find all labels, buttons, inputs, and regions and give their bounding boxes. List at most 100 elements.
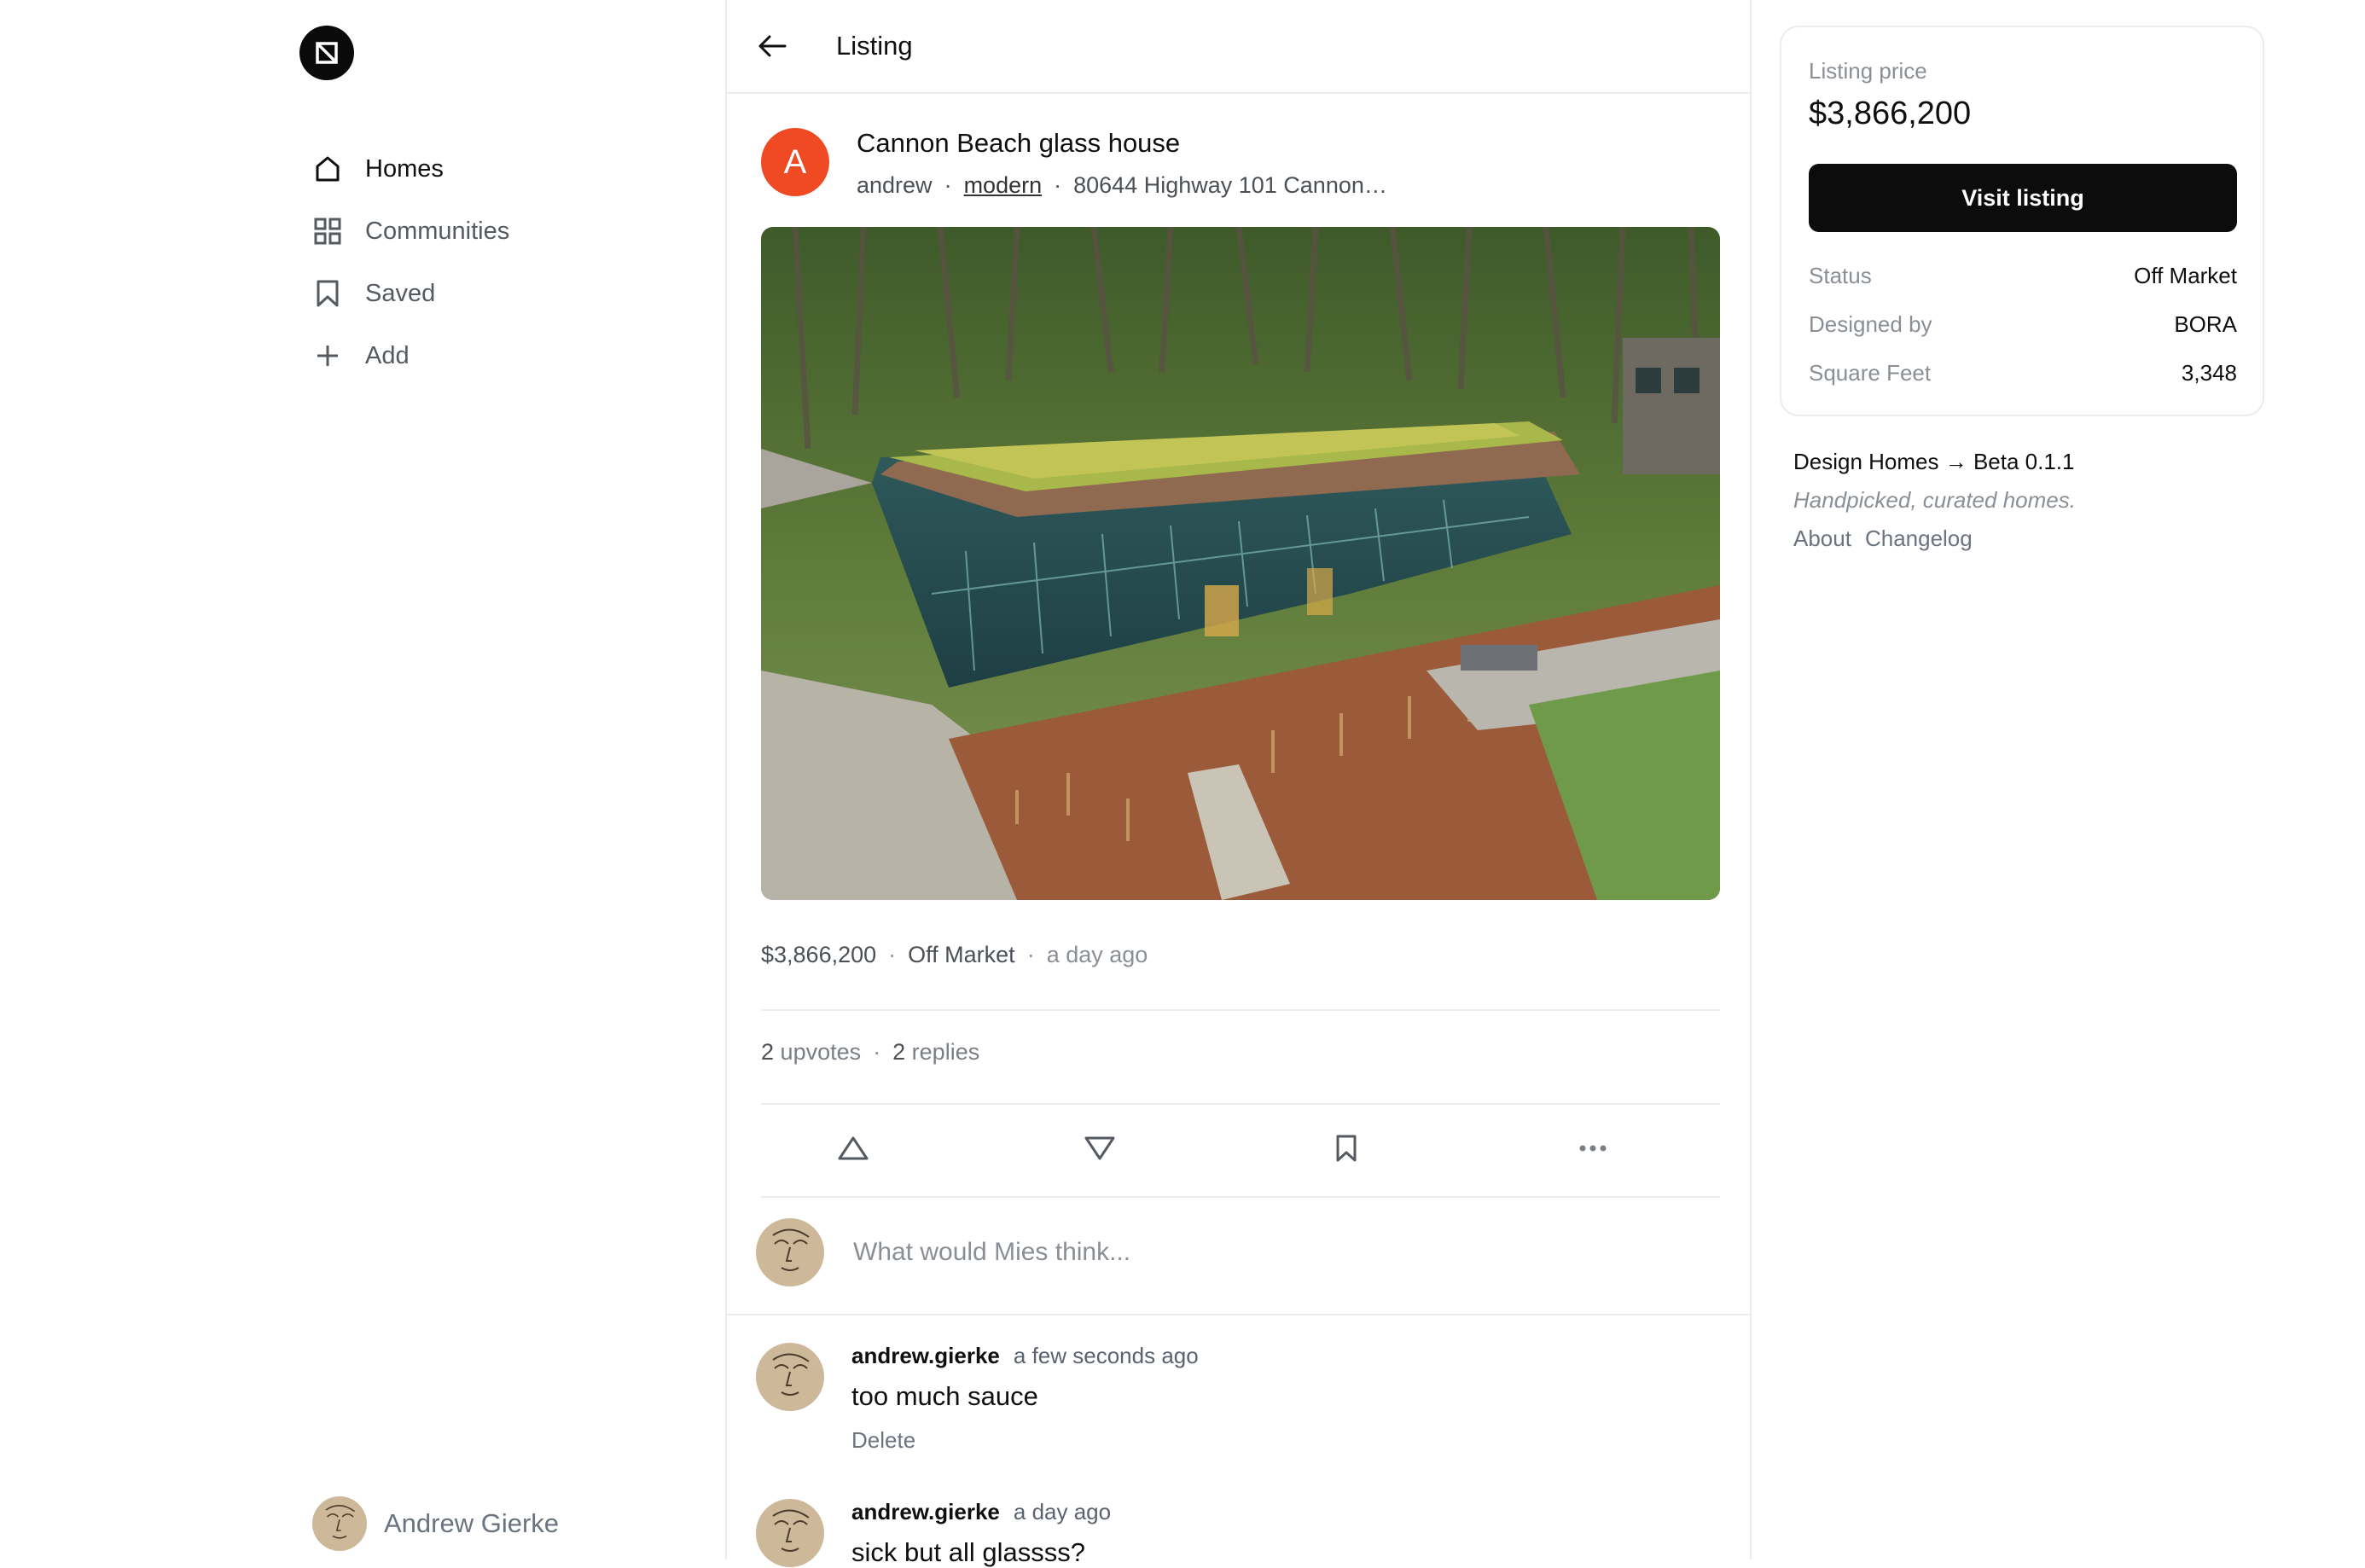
post-tag-link[interactable]: modern [964, 172, 1043, 198]
detail-row-status: Status Off Market [1809, 263, 2237, 289]
replies-count: 2 [892, 1039, 906, 1065]
post-actions [761, 1124, 1720, 1172]
footer-links: About Changelog [1793, 526, 2076, 552]
separator-dot: · [873, 1039, 881, 1065]
detail-row-designer: Designed by BORA [1809, 311, 2237, 338]
post-address: 80644 Highway 101 Cannon… [1073, 172, 1387, 198]
comment-text: too much sauce [851, 1381, 1038, 1411]
sidebar-item-add[interactable]: Add [312, 330, 509, 381]
separator-dot: · [1054, 172, 1062, 198]
listing-photo[interactable] [761, 227, 1720, 900]
downvote-button[interactable] [1076, 1124, 1124, 1172]
comment-username[interactable]: andrew.gierke [851, 1343, 1000, 1368]
house-photo-illustration [761, 227, 1720, 900]
detail-value: Off Market [2134, 263, 2237, 288]
comment-time: a day ago [1013, 1499, 1112, 1524]
app-logo[interactable] [299, 26, 354, 80]
listing-price: $3,866,200 [1809, 96, 1972, 131]
separator-dot: · [944, 172, 952, 198]
comment-time: a few seconds ago [1013, 1343, 1199, 1368]
separator-dot: · [1026, 942, 1035, 967]
triangle-up-icon [838, 1136, 869, 1160]
sidebar-item-label: Communities [365, 217, 510, 245]
post-byline: andrew · modern · 80644 Highway 101 Cannon… [857, 172, 1387, 199]
home-icon [312, 154, 343, 184]
sidebar-item-communities[interactable]: Communities [312, 206, 509, 257]
comment-input[interactable] [851, 1237, 1708, 1268]
separator-dot: · [888, 942, 897, 967]
changelog-link[interactable]: Changelog [1865, 526, 1973, 551]
comment-header: andrew.gierke a few seconds ago [851, 1343, 1199, 1369]
comment-text: sick but all glassss? [851, 1537, 1085, 1567]
ellipsis-icon [1579, 1145, 1607, 1152]
grid-icon [312, 216, 343, 247]
triangle-down-icon [1084, 1136, 1115, 1160]
engagement-counts: 2 upvotes · 2 replies [761, 1039, 979, 1066]
footer-tagline: Handpicked, curated homes. [1793, 487, 2076, 513]
divider [761, 1196, 1720, 1198]
detail-row-square-feet: Square Feet 3,348 [1809, 360, 2237, 386]
post-header: A Cannon Beach glass house andrew · modern… [761, 128, 1387, 199]
summary-status: Off Market [908, 942, 1015, 967]
comment-body: andrew.gierke a day ago sick but all glas… [851, 1499, 1111, 1568]
back-button[interactable] [756, 29, 790, 63]
current-user[interactable]: Andrew Gierke [312, 1496, 559, 1551]
listing-card: Listing price $3,866,200 Visit listing S… [1780, 26, 2264, 416]
comment-header: andrew.gierke a day ago [851, 1499, 1111, 1525]
about-link[interactable]: About [1793, 526, 1851, 551]
divider [761, 1103, 1720, 1105]
post-title: Cannon Beach glass house [857, 128, 1181, 158]
sidebar-item-label: Homes [365, 154, 444, 183]
more-options-button[interactable] [1569, 1124, 1617, 1172]
comment-item: andrew.gierke a day ago sick but all glas… [756, 1499, 1111, 1568]
face-sketch-icon [772, 1509, 810, 1552]
listing-summary: $3,866,200 · Off Market · a day ago [761, 942, 1148, 968]
detail-key: Square Feet [1809, 360, 1932, 386]
divider [761, 1009, 1720, 1011]
detail-key: Designed by [1809, 311, 1932, 337]
save-button[interactable] [1322, 1124, 1370, 1172]
avatar[interactable] [756, 1343, 824, 1411]
face-sketch-icon [772, 1228, 810, 1271]
sidebar-nav: Homes Communities Saved Add [312, 143, 509, 392]
site-footer: Design Homes → Beta 0.1.1 Handpicked, cu… [1793, 449, 2076, 552]
avatar[interactable] [756, 1499, 824, 1567]
comment-composer [756, 1218, 1708, 1286]
replies-label[interactable]: replies [912, 1039, 980, 1065]
top-bar: Listing [727, 0, 1750, 94]
avatar [756, 1218, 824, 1286]
slashed-square-logo-icon [316, 42, 338, 64]
upvotes-label[interactable]: upvotes [781, 1039, 862, 1065]
post-meta: Cannon Beach glass house andrew · modern · 8… [857, 128, 1387, 199]
comment-body: andrew.gierke a few seconds ago too much … [851, 1343, 1199, 1454]
footer-brand: Design Homes → Beta 0.1.1 [1793, 449, 2075, 474]
bookmark-icon [1336, 1135, 1357, 1162]
sidebar-item-label: Add [365, 341, 410, 369]
sidebar-item-homes[interactable]: Homes [312, 143, 509, 195]
comment-username[interactable]: andrew.gierke [851, 1499, 1000, 1524]
upvote-button[interactable] [829, 1124, 877, 1172]
author-avatar[interactable]: A [761, 128, 829, 196]
main-column: Listing A Cannon Beach glass house andre… [725, 0, 1752, 1567]
price-label: Listing price [1809, 58, 1927, 84]
sidebar-item-label: Saved [365, 279, 436, 307]
visit-listing-button[interactable]: Visit listing [1809, 164, 2237, 232]
comment-item: andrew.gierke a few seconds ago too much … [756, 1343, 1199, 1454]
avatar [312, 1496, 367, 1551]
user-name: Andrew Gierke [384, 1508, 560, 1538]
summary-time: a day ago [1046, 942, 1148, 967]
sidebar-item-saved[interactable]: Saved [312, 268, 509, 319]
post-author[interactable]: andrew [857, 172, 933, 198]
detail-value: 3,348 [2181, 360, 2237, 386]
face-sketch-icon [772, 1353, 810, 1396]
summary-price: $3,866,200 [761, 942, 877, 967]
delete-comment-button[interactable]: Delete [851, 1427, 1199, 1454]
face-sketch-icon [325, 1505, 356, 1539]
divider [727, 1314, 1750, 1315]
detail-value: BORA [2174, 311, 2237, 337]
bookmark-icon [312, 278, 343, 309]
plus-icon [312, 340, 343, 371]
page-title: Listing [836, 31, 913, 61]
arrow-left-icon [758, 35, 787, 57]
detail-key: Status [1809, 263, 1872, 288]
